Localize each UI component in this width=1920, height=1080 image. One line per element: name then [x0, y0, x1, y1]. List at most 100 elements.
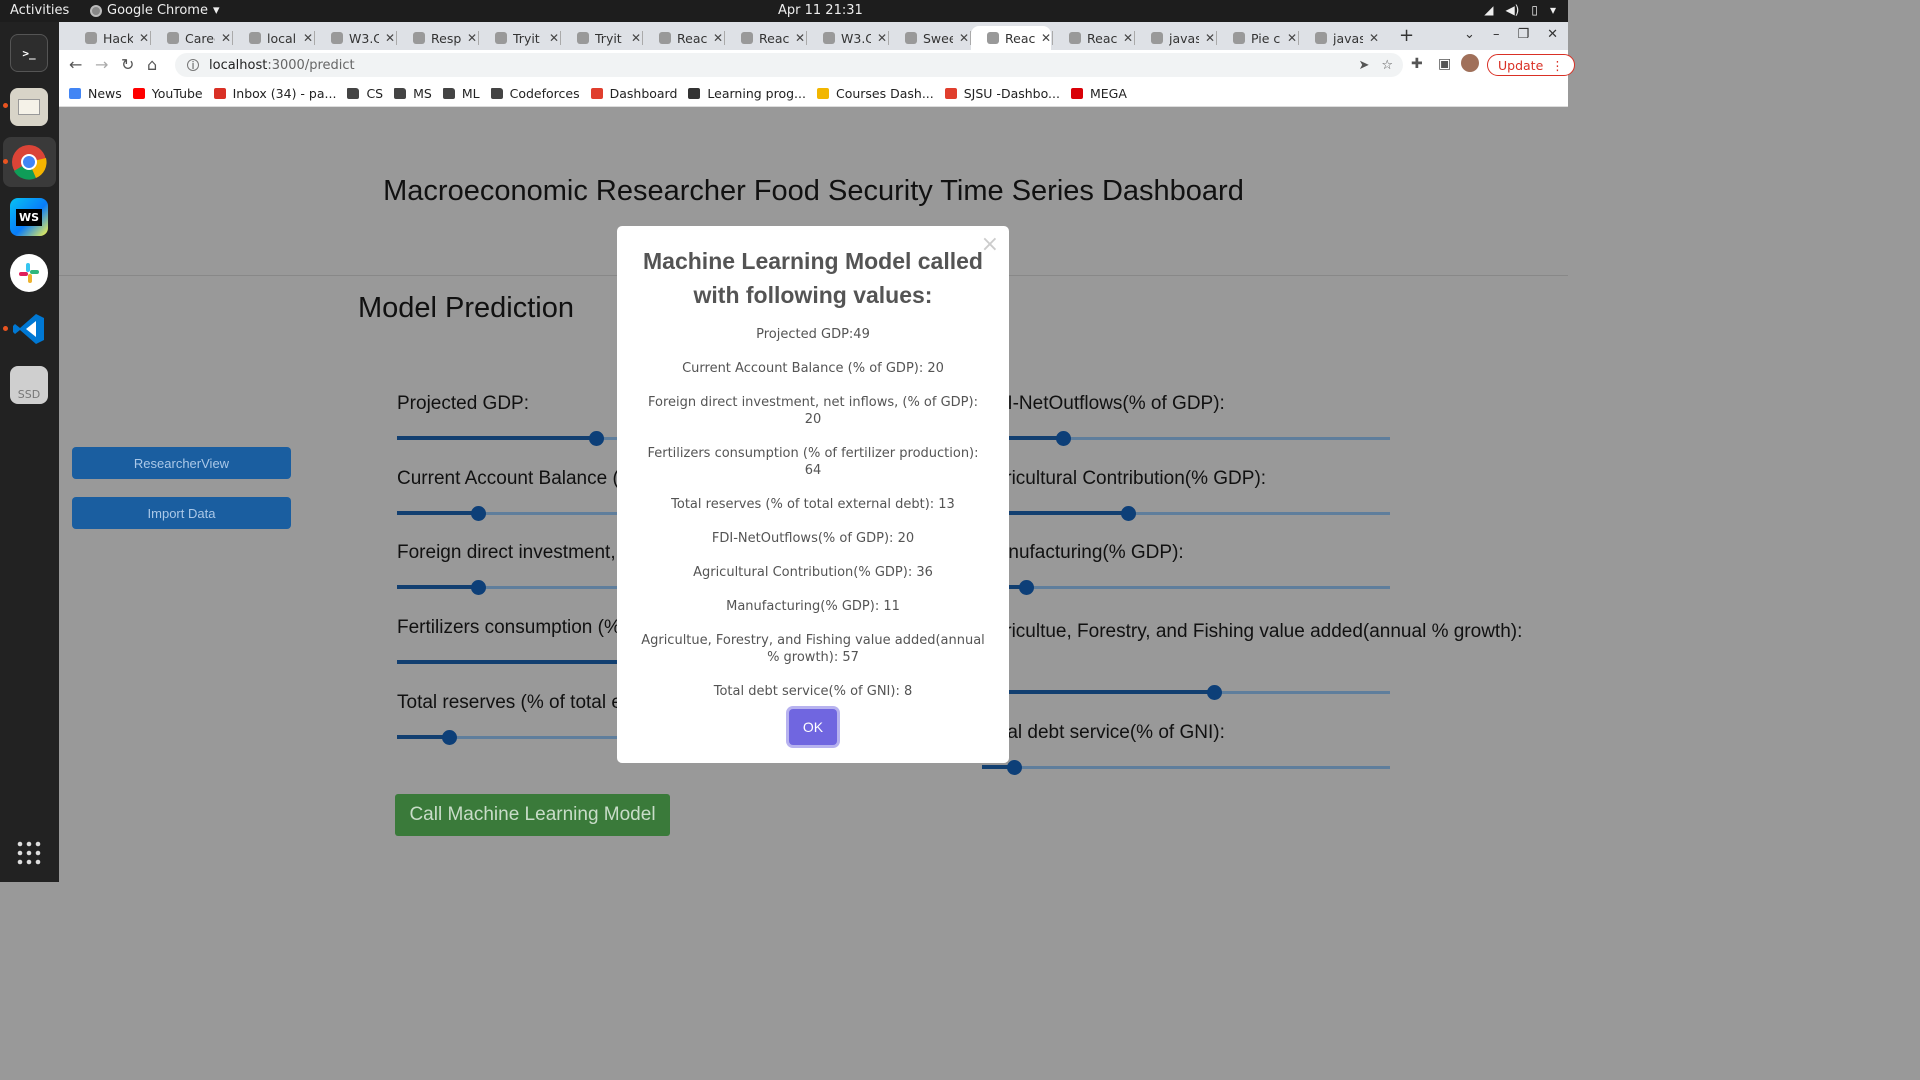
- slider-thumb[interactable]: [470, 506, 486, 521]
- browser-tab[interactable]: React ✕: [643, 26, 723, 50]
- browser-tab[interactable]: W3.C ✕: [315, 26, 395, 50]
- browser-tab[interactable]: javas ✕: [1299, 26, 1379, 50]
- chrome-icon[interactable]: [10, 143, 48, 181]
- browser-tab[interactable]: Pie ch ✕: [1217, 26, 1297, 50]
- range-slider[interactable]: [982, 503, 1390, 523]
- close-tab-icon[interactable]: ✕: [1041, 31, 1051, 45]
- tab-search-icon[interactable]: ⌄: [1464, 27, 1475, 42]
- range-slider[interactable]: [982, 682, 1390, 702]
- app-menu[interactable]: Google Chrome ▾: [90, 3, 220, 18]
- terminal-icon[interactable]: >_: [10, 34, 48, 72]
- slider-thumb[interactable]: [1006, 760, 1022, 775]
- site-info-icon[interactable]: i: [187, 59, 199, 72]
- extensions-icon[interactable]: ✚: [1411, 56, 1423, 72]
- ssd-drive-icon[interactable]: SSD: [10, 366, 48, 404]
- gmail-icon: [213, 87, 226, 99]
- close-tab-icon[interactable]: ✕: [1205, 31, 1215, 45]
- bookmark-item[interactable]: ML: [442, 86, 480, 101]
- bookmark-item[interactable]: CS: [347, 86, 383, 101]
- browser-tab[interactable]: React ✕: [725, 26, 805, 50]
- browser-tab[interactable]: Respo ✕: [397, 26, 477, 50]
- close-tab-icon[interactable]: ✕: [303, 31, 313, 45]
- browser-tab[interactable]: javas ✕: [1135, 26, 1215, 50]
- slider-thumb[interactable]: [470, 580, 486, 595]
- close-tab-icon[interactable]: ✕: [221, 31, 231, 45]
- close-tab-icon[interactable]: ✕: [549, 31, 559, 45]
- bookmark-item[interactable]: SJSU -Dashbo...: [944, 86, 1060, 101]
- slider-thumb[interactable]: [442, 730, 458, 745]
- restore-button[interactable]: ❐: [1517, 27, 1529, 42]
- side-panel-icon[interactable]: ▣: [1438, 56, 1451, 72]
- activities-button[interactable]: Activities: [10, 3, 69, 18]
- home-button[interactable]: ⌂: [147, 55, 157, 74]
- slider-thumb[interactable]: [1055, 431, 1071, 446]
- tab-separator: [724, 31, 725, 45]
- update-button[interactable]: Update ⋮: [1487, 54, 1575, 76]
- range-slider[interactable]: [982, 428, 1390, 448]
- browser-tab[interactable]: React ✕: [971, 26, 1051, 50]
- tab-favicon-icon: [577, 32, 589, 44]
- close-tab-icon[interactable]: ✕: [385, 31, 395, 45]
- slider-thumb[interactable]: [1206, 685, 1222, 700]
- bookmark-item[interactable]: YouTube: [132, 86, 203, 101]
- slider-thumb[interactable]: [588, 431, 604, 446]
- clock[interactable]: Apr 11 21:31: [778, 3, 863, 18]
- close-tab-icon[interactable]: ✕: [795, 31, 805, 45]
- close-tab-icon[interactable]: ✕: [959, 31, 969, 45]
- range-slider[interactable]: [982, 577, 1390, 597]
- address-bar[interactable]: i localhost:3000/predict ➤ ☆: [175, 53, 1403, 77]
- close-tab-icon[interactable]: ✕: [1123, 31, 1133, 45]
- bookmark-item[interactable]: Learning prog...: [688, 86, 806, 101]
- new-tab-button[interactable]: +: [1399, 25, 1414, 46]
- slider-thumb[interactable]: [1018, 580, 1034, 595]
- tab-favicon-icon: [85, 32, 97, 44]
- bookmark-item[interactable]: Inbox (34) - pa...: [213, 86, 336, 101]
- close-tab-icon[interactable]: ✕: [139, 31, 149, 45]
- close-tab-icon[interactable]: ✕: [467, 31, 477, 45]
- files-icon[interactable]: [10, 88, 48, 126]
- ok-button[interactable]: OK: [789, 709, 837, 745]
- send-tab-icon[interactable]: ➤: [1358, 58, 1369, 73]
- bookmark-item[interactable]: Codeforces: [490, 86, 580, 101]
- browser-tab[interactable]: Tryit ✕: [561, 26, 641, 50]
- tab-favicon-icon: [249, 32, 261, 44]
- bookmark-item[interactable]: MS: [394, 86, 432, 101]
- slider-thumb[interactable]: [1120, 506, 1136, 521]
- browser-tab[interactable]: Tryit ✕: [479, 26, 559, 50]
- import-data-button[interactable]: Import Data: [72, 497, 291, 529]
- close-tab-icon[interactable]: ✕: [1369, 31, 1379, 45]
- call-ml-model-button[interactable]: Call Machine Learning Model: [395, 794, 670, 836]
- tab-favicon-icon: [987, 32, 999, 44]
- close-tab-icon[interactable]: ✕: [1287, 31, 1297, 45]
- browser-tab[interactable]: locall ✕: [233, 26, 313, 50]
- app-grid-icon[interactable]: [10, 834, 48, 872]
- browser-tab[interactable]: Caree ✕: [151, 26, 231, 50]
- bookmark-star-icon[interactable]: ☆: [1381, 58, 1393, 73]
- bookmark-item[interactable]: MEGA: [1070, 86, 1127, 101]
- slider-track: [397, 436, 597, 440]
- avatar[interactable]: [1461, 54, 1479, 72]
- browser-tab[interactable]: W3.C ✕: [807, 26, 887, 50]
- slack-icon[interactable]: [10, 254, 48, 292]
- minimize-button[interactable]: –: [1493, 27, 1500, 42]
- browser-tab[interactable]: Swee ✕: [889, 26, 969, 50]
- forward-button[interactable]: →: [95, 55, 108, 74]
- close-window-button[interactable]: ✕: [1547, 27, 1558, 42]
- webstorm-icon[interactable]: WS: [10, 198, 48, 236]
- system-tray[interactable]: ◢ ◀) ▯ ▾: [1484, 3, 1556, 17]
- reload-button[interactable]: ↻: [121, 55, 134, 74]
- modal-value-line: Current Account Balance (% of GDP): 20: [682, 361, 944, 376]
- close-tab-icon[interactable]: ✕: [631, 31, 641, 45]
- close-tab-icon[interactable]: ✕: [877, 31, 887, 45]
- bookmark-item[interactable]: Dashboard: [590, 86, 677, 101]
- vscode-icon[interactable]: [10, 310, 48, 348]
- researcher-view-button[interactable]: ResearcherView: [72, 447, 291, 479]
- browser-tab[interactable]: React ✕: [1053, 26, 1133, 50]
- browser-tab[interactable]: Hack ✕: [69, 26, 149, 50]
- bookmark-item[interactable]: News: [69, 86, 122, 101]
- range-slider[interactable]: [982, 757, 1390, 777]
- close-tab-icon[interactable]: ✕: [713, 31, 723, 45]
- bookmark-item[interactable]: Courses Dash...: [816, 86, 934, 101]
- back-button[interactable]: ←: [69, 55, 82, 74]
- tab-separator: [560, 31, 561, 45]
